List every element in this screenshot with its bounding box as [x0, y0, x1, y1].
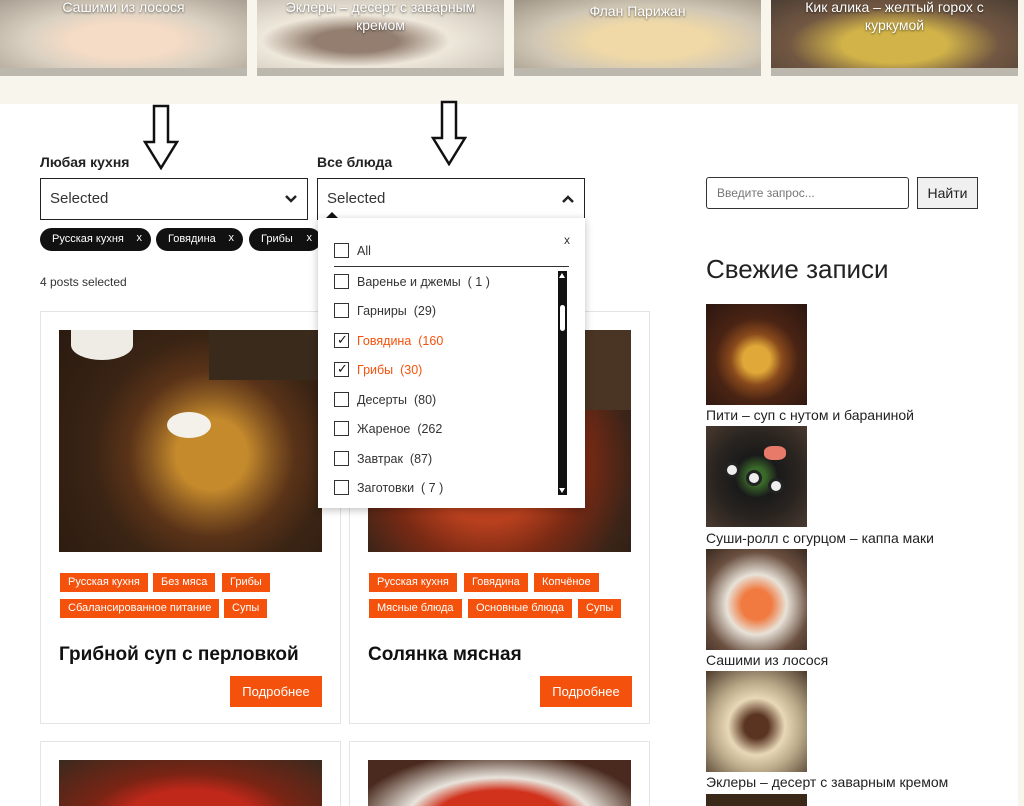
related-post-title[interactable]: Сашими из лосося [0, 0, 247, 16]
recent-post-title[interactable]: Эклеры – десерт с заварным кремом [706, 774, 948, 790]
option-label: Гарниры [357, 304, 407, 318]
search-input[interactable] [706, 177, 909, 209]
checkbox[interactable] [334, 421, 349, 436]
post-card [349, 741, 650, 806]
chip-label: Говядина [168, 233, 216, 245]
cuisine-filter-value: Selected [50, 190, 109, 207]
checkbox[interactable] [334, 480, 349, 495]
post-image[interactable] [59, 330, 322, 552]
post-card [40, 741, 341, 806]
option-label: Завтрак [357, 452, 403, 466]
related-posts-strip: Сашими из лосося Эклеры – десерт с завар… [0, 0, 1024, 78]
post-image[interactable] [59, 760, 322, 806]
dishes-filter-label: Все блюда [317, 154, 393, 170]
recent-post-title[interactable]: Суши-ролл с огурцом – каппа маки [706, 530, 934, 546]
related-post-card[interactable]: Эклеры – десерт с заварным кремом [257, 0, 504, 76]
post-image[interactable] [368, 760, 631, 806]
option-label: Варенье и джемы [357, 275, 461, 289]
chip-remove-button[interactable]: x [137, 232, 143, 244]
dropdown-close-button[interactable]: x [564, 233, 570, 247]
dishes-filter-value: Selected [327, 190, 386, 207]
recent-post-image[interactable] [706, 426, 807, 527]
dishes-filter-select[interactable]: Selected [317, 178, 585, 220]
down-arrow-icon [431, 100, 467, 166]
checkbox[interactable] [334, 243, 349, 258]
post-tag[interactable]: Грибы [222, 573, 270, 592]
option-label: Заготовки [357, 481, 415, 495]
chevron-down-icon [285, 195, 297, 203]
chip-remove-button[interactable]: x [229, 232, 235, 244]
checkbox[interactable] [334, 274, 349, 289]
dropdown-notch [326, 212, 338, 218]
post-tag[interactable]: Сбалансированное питание [60, 599, 220, 618]
related-post-title[interactable]: Кик алика – желтый горох с куркумой [771, 0, 1018, 34]
post-tag[interactable]: Русская кухня [60, 573, 148, 592]
read-more-button[interactable]: Подробнее [230, 676, 322, 707]
option-count: (29) [413, 304, 436, 318]
chevron-up-icon [562, 195, 574, 203]
related-post-title[interactable]: Флан Парижан [514, 2, 761, 20]
checkbox-checked[interactable] [334, 332, 349, 348]
recent-posts-heading: Свежие записи [706, 254, 889, 284]
option-label: Говядина [357, 334, 412, 348]
search-button[interactable]: Найти [917, 177, 978, 209]
post-tag[interactable]: Копчёное [534, 573, 599, 592]
cuisine-filter-select[interactable]: Selected [40, 178, 308, 220]
checkbox[interactable] [334, 303, 349, 318]
selected-filter-chip: Грибы x [249, 228, 321, 251]
checkbox[interactable] [334, 392, 349, 407]
option-count: (30) [400, 363, 423, 377]
option-count: (160 [418, 334, 444, 348]
post-tag[interactable]: Без мяса [153, 573, 216, 592]
option-count: ( 7 ) [421, 481, 444, 495]
cuisine-filter-label: Любая кухня [40, 154, 130, 170]
post-title[interactable]: Грибной суп с перловкой [59, 644, 299, 666]
scroll-down-icon[interactable] [559, 488, 565, 493]
post-tag[interactable]: Супы [578, 599, 622, 618]
recent-post-image[interactable] [706, 671, 807, 772]
recent-post-title[interactable]: Сашими из лосося [706, 652, 828, 668]
option-count: (80) [413, 393, 437, 407]
option-count: ( 1 ) [467, 275, 490, 289]
post-tag[interactable]: Русская кухня [369, 573, 457, 592]
dropdown-divider [334, 266, 569, 267]
posts-count: 4 posts selected [40, 275, 127, 289]
scroll-thumb[interactable] [560, 305, 565, 331]
checkbox-checked[interactable] [334, 361, 349, 377]
read-more-button[interactable]: Подробнее [540, 676, 632, 707]
chip-label: Русская кухня [52, 233, 124, 245]
related-post-title[interactable]: Эклеры – десерт с заварным кремом [257, 0, 504, 34]
post-tag[interactable]: Супы [224, 599, 268, 618]
related-post-card[interactable]: Кик алика – желтый горох с куркумой [771, 0, 1018, 76]
recent-post-image[interactable] [706, 794, 807, 806]
scroll-up-icon[interactable] [559, 273, 565, 278]
post-tag[interactable]: Мясные блюда [369, 599, 462, 618]
option-label: Десерты [357, 393, 408, 407]
post-tag[interactable]: Говядина [464, 573, 528, 592]
option-label: Жареное [357, 422, 411, 436]
recent-post-title[interactable]: Пити – суп с нутом и бараниной [706, 407, 914, 423]
post-tag[interactable]: Основные блюда [468, 599, 573, 618]
dropdown-scrollbar[interactable] [558, 271, 567, 495]
option-label: Грибы [357, 363, 394, 377]
option-label: All [357, 244, 371, 258]
related-post-card[interactable]: Сашими из лосося [0, 0, 247, 76]
post-card: Русская кухня Без мяса Грибы Сбалансиров… [40, 311, 341, 724]
dishes-dropdown-panel: x All Варенье и джемы ( 1 ) Гарниры (29)… [318, 212, 585, 508]
selected-filter-chip: Говядина x [156, 228, 243, 251]
option-count: (262 [417, 422, 443, 436]
down-arrow-icon [143, 104, 179, 170]
chip-remove-button[interactable]: x [307, 232, 313, 244]
chip-label: Грибы [261, 233, 293, 245]
recent-post-image[interactable] [706, 549, 807, 650]
checkbox[interactable] [334, 451, 349, 466]
selected-filter-chip: Русская кухня x [40, 228, 151, 251]
post-title[interactable]: Солянка мясная [368, 644, 522, 666]
option-count: (87) [409, 452, 433, 466]
related-post-card[interactable]: Флан Парижан [514, 0, 761, 76]
recent-post-image[interactable] [706, 304, 807, 405]
